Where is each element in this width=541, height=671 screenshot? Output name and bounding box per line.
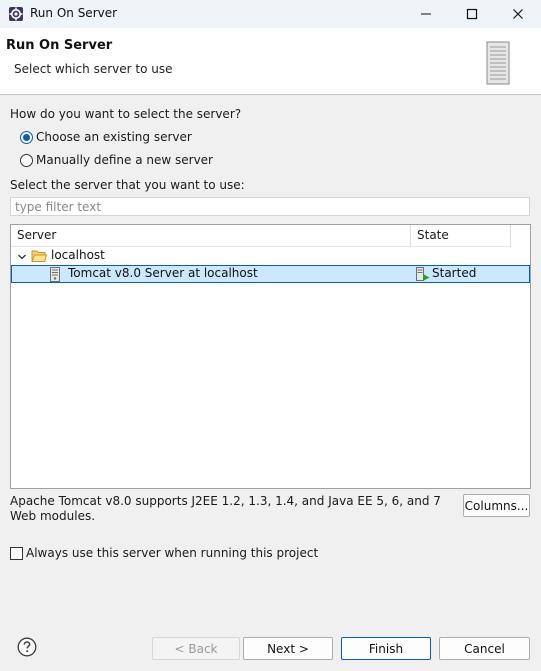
page-description: Select which server to use (14, 62, 173, 76)
folder-open-icon (31, 249, 48, 263)
radio-new-server[interactable] (20, 154, 33, 167)
close-icon (513, 9, 523, 19)
next-button[interactable]: Next > (243, 637, 333, 660)
minimize-icon (421, 13, 431, 15)
column-header-state[interactable]: State (411, 225, 511, 247)
gear-icon[interactable] (8, 6, 24, 22)
window-title: Run On Server (30, 6, 118, 20)
back-button[interactable]: < Back (152, 637, 240, 660)
title-bar: Run On Server (0, 0, 541, 28)
table-row[interactable]: Tomcat v8.0 Server at localhost Started (11, 265, 530, 283)
maximize-button[interactable] (449, 0, 495, 28)
always-use-label[interactable]: Always use this server when running this… (26, 546, 318, 560)
filter-input[interactable] (10, 197, 530, 216)
server-name: Tomcat v8.0 Server at localhost (68, 266, 258, 280)
radio-new-server-label[interactable]: Manually define a new server (36, 153, 213, 167)
server-table[interactable]: Server State localhost Tomcat v8.0 Serve… (10, 224, 531, 489)
close-button[interactable] (495, 0, 541, 28)
selection-question: How do you want to select the server? (10, 107, 242, 121)
maximize-icon (466, 8, 478, 20)
server-description: Apache Tomcat v8.0 supports J2EE 1.2, 1.… (10, 494, 441, 523)
always-use-checkbox[interactable] (10, 547, 23, 560)
server-list-prompt: Select the server that you want to use: (10, 178, 245, 192)
page-title: Run On Server (6, 38, 113, 53)
tree-node-label: localhost (51, 248, 105, 262)
dialog-header: Run On Server Select which server to use (0, 28, 541, 95)
finish-button[interactable]: Finish (341, 637, 431, 660)
server-tower-icon (486, 41, 510, 85)
server-state: Started (432, 266, 477, 280)
minimize-button[interactable] (403, 0, 449, 28)
columns-button[interactable]: Columns... (463, 494, 530, 517)
radio-existing-server[interactable] (20, 131, 33, 144)
tree-node-localhost[interactable]: localhost (11, 247, 530, 265)
cancel-button[interactable]: Cancel (439, 637, 530, 660)
server-icon (50, 267, 60, 282)
help-icon[interactable] (17, 637, 37, 657)
chevron-down-icon[interactable] (17, 251, 27, 261)
column-header-server[interactable]: Server (11, 225, 411, 247)
started-icon (416, 267, 430, 282)
radio-existing-server-label[interactable]: Choose an existing server (36, 130, 192, 144)
